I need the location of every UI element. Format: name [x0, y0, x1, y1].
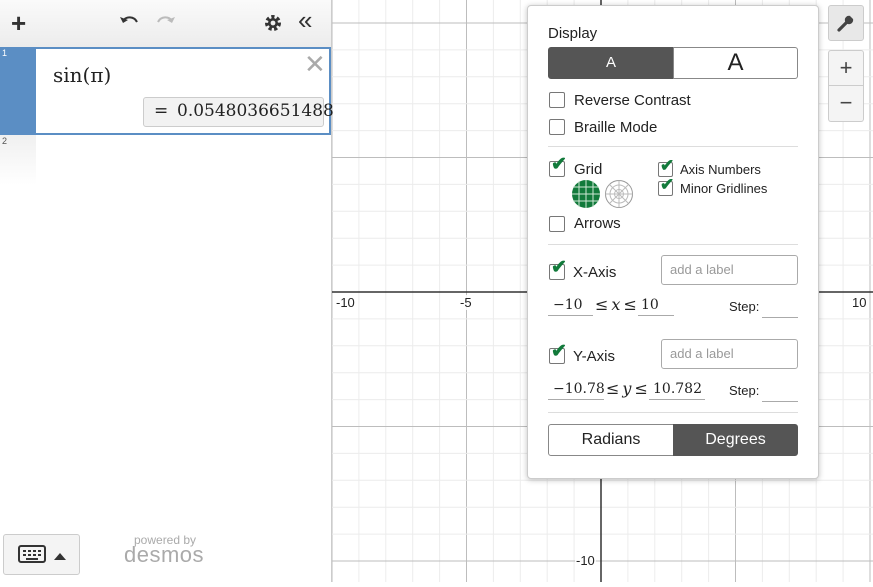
- divider: [548, 146, 798, 147]
- expression-item[interactable]: 1 sin(π) ✕ = 0.0548036651488: [0, 47, 334, 135]
- y-axis-checkbox[interactable]: ✔: [549, 342, 567, 364]
- evaluation-result: = 0.0548036651488: [143, 97, 334, 127]
- x-axis-label-input[interactable]: add a label: [661, 255, 798, 285]
- y-tick-label: -10: [575, 553, 596, 568]
- braille-mode-checkbox[interactable]: [549, 119, 565, 135]
- x-min-input[interactable]: −10: [548, 294, 593, 316]
- reverse-contrast-checkbox[interactable]: [549, 92, 565, 108]
- gear-icon[interactable]: [262, 12, 284, 38]
- leq-symbol: ≤: [623, 295, 637, 314]
- check-icon: ✔: [551, 257, 567, 278]
- wrench-icon: [837, 14, 855, 32]
- expression-index: 2: [2, 136, 8, 146]
- x-step-input[interactable]: [762, 295, 798, 318]
- zoom-out-button[interactable]: −: [828, 86, 864, 122]
- polar-grid-icon[interactable]: [604, 179, 634, 214]
- cartesian-grid-icon[interactable]: [571, 179, 601, 214]
- braille-mode-label[interactable]: Braille Mode: [574, 119, 657, 136]
- x-max-input[interactable]: 10: [638, 294, 674, 316]
- double-chevron-left-icon[interactable]: «: [298, 7, 312, 33]
- y-step-input[interactable]: [762, 379, 798, 402]
- equals-sign: =: [154, 101, 169, 121]
- expression-item-empty[interactable]: 2: [0, 135, 331, 185]
- font-size-large-button[interactable]: A: [673, 47, 798, 79]
- check-icon: ✔: [660, 175, 675, 194]
- reverse-contrast-label[interactable]: Reverse Contrast: [574, 92, 691, 109]
- graph-settings-button[interactable]: [828, 5, 864, 41]
- undo-icon[interactable]: [118, 12, 140, 38]
- x-tick-label: -10: [335, 295, 356, 310]
- x-axis-checkbox[interactable]: ✔: [549, 258, 567, 280]
- y-max-input[interactable]: 10.782: [649, 378, 705, 400]
- leq-symbol: ≤: [606, 379, 620, 398]
- font-size-small-button[interactable]: A: [548, 47, 674, 79]
- check-icon: ✔: [551, 341, 567, 362]
- check-icon: ✔: [551, 154, 567, 175]
- y-range-leq: ≤ y ≤: [606, 378, 648, 400]
- expression-index: 1: [2, 48, 8, 58]
- graph-settings-popover: Display A A Reverse Contrast Braille Mod…: [527, 5, 819, 479]
- keyboard-icon: [18, 545, 46, 568]
- display-heading: Display: [548, 25, 598, 42]
- zoom-in-button[interactable]: +: [828, 50, 864, 86]
- minor-gridlines-checkbox[interactable]: ✔: [658, 175, 674, 196]
- expression-index-tab[interactable]: 1: [0, 47, 36, 135]
- divider: [548, 244, 798, 245]
- radians-button[interactable]: Radians: [548, 424, 674, 456]
- expression-formula[interactable]: sin(π): [53, 63, 111, 87]
- y-variable: y: [622, 379, 632, 398]
- x-range-leq: ≤ x ≤: [595, 294, 637, 316]
- y-axis-label[interactable]: Y-Axis: [573, 348, 615, 365]
- expression-index-tab[interactable]: 2: [0, 135, 36, 185]
- result-value: 0.0548036651488: [177, 101, 334, 121]
- plus-icon[interactable]: +: [11, 10, 26, 36]
- keyboard-toggle-button[interactable]: [3, 534, 80, 575]
- x-step-label: Step:: [729, 299, 760, 314]
- check-icon: ✔: [660, 156, 675, 175]
- redo-icon: [155, 12, 177, 38]
- arrows-label[interactable]: Arrows: [574, 215, 621, 232]
- leq-symbol: ≤: [595, 295, 609, 314]
- arrows-checkbox[interactable]: [549, 216, 565, 232]
- minor-gridlines-label[interactable]: Minor Gridlines: [680, 181, 767, 196]
- grid-label[interactable]: Grid: [574, 161, 602, 178]
- expression-toolbar: + «: [0, 0, 331, 48]
- axis-numbers-label[interactable]: Axis Numbers: [680, 162, 761, 177]
- grid-checkbox[interactable]: ✔: [549, 155, 567, 177]
- divider: [548, 412, 798, 413]
- leq-symbol: ≤: [634, 379, 648, 398]
- x-axis-label[interactable]: X-Axis: [573, 264, 616, 281]
- expression-panel: + « 1 sin(π) ✕ = 0.0548036651488 2 power…: [0, 0, 334, 582]
- x-tick-label: -5: [459, 295, 473, 310]
- delete-expression-icon[interactable]: ✕: [304, 51, 326, 77]
- y-min-input[interactable]: −10.78: [548, 378, 604, 400]
- x-variable: x: [611, 295, 621, 314]
- desmos-logo[interactable]: desmos: [124, 542, 204, 568]
- y-step-label: Step:: [729, 383, 760, 398]
- degrees-button[interactable]: Degrees: [673, 424, 798, 456]
- caret-up-icon: [54, 548, 66, 566]
- x-tick-label: 10: [851, 295, 868, 310]
- y-axis-label-input[interactable]: add a label: [661, 339, 798, 369]
